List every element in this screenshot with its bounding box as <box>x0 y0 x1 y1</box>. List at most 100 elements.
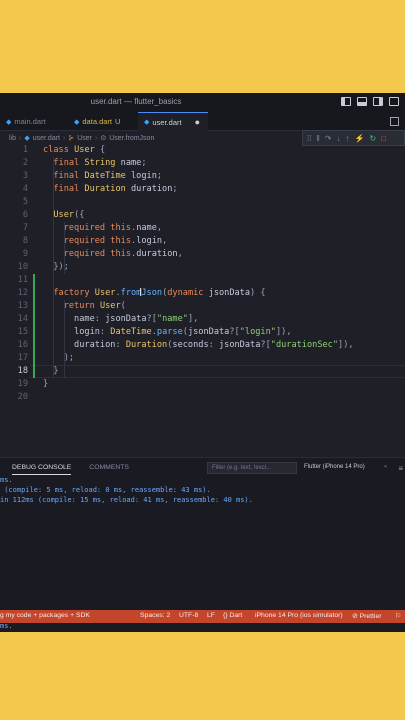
code-text: return User( <box>63 301 126 311</box>
panel-tabs: DEBUG CONSOLE COMMENTS <box>0 464 129 475</box>
line-number[interactable]: 2 <box>0 157 28 170</box>
code-text: required this.duration, <box>63 249 183 259</box>
breadcrumb-method[interactable]: User.fromJson <box>109 135 154 142</box>
code-text: final DateTime login; <box>53 171 163 181</box>
line-number[interactable]: 15 <box>0 326 28 339</box>
status-debug-mode[interactable]: g my code + packages + SDK <box>0 612 90 619</box>
code-line[interactable]: 7 required this.name, <box>0 222 405 235</box>
title-bar: user.dart — flutter_basics <box>0 93 405 112</box>
line-number[interactable]: 16 <box>0 339 28 352</box>
code-line[interactable]: 4 final Duration duration; <box>0 183 405 196</box>
code-line[interactable]: 2 final String name; <box>0 157 405 170</box>
more-icon[interactable]: ≡ <box>398 464 403 473</box>
console-line: in 112ms (compile: 15 ms, reload: 41 ms,… <box>0 496 253 504</box>
breadcrumb-class[interactable]: User <box>77 135 92 142</box>
status-bar: g my code + packages + SDK Spaces: 2 UTF… <box>0 610 405 623</box>
method-icon: ⊙ <box>100 135 107 142</box>
class-icon: ⊱ <box>68 135 75 142</box>
toggle-panel-icon[interactable] <box>357 97 367 106</box>
line-number[interactable]: 14 <box>0 313 28 326</box>
notifications-icon[interactable]: ⚐ <box>395 612 401 620</box>
panel-overflow: ms. <box>0 622 405 632</box>
chevron-right-icon: › <box>19 134 22 142</box>
code-line[interactable]: 6 User({ <box>0 209 405 222</box>
code-line[interactable]: 3 final DateTime login; <box>0 170 405 183</box>
code-line[interactable]: 13 return User( <box>0 300 405 313</box>
code-line[interactable]: 18 } <box>0 365 405 378</box>
console-line: ms. <box>0 622 13 630</box>
line-number[interactable]: 9 <box>0 248 28 261</box>
editor-tabs: ◆ main.dart ◆ data.dart U ◆ user.dart ● <box>0 112 405 131</box>
line-number[interactable]: 11 <box>0 274 28 287</box>
tab-label: user.dart <box>152 117 182 127</box>
line-number[interactable]: 13 <box>0 300 28 313</box>
split-editor-icon[interactable] <box>390 117 399 126</box>
toggle-secondary-sidebar-icon[interactable] <box>373 97 383 106</box>
window-title: user.dart — flutter_basics <box>90 97 182 106</box>
customize-layout-icon[interactable] <box>389 97 399 106</box>
tab-label: main.dart <box>14 117 46 126</box>
line-number[interactable]: 12 <box>0 287 28 300</box>
dart-file-icon: ◆ <box>144 119 150 126</box>
code-text: required this.name, <box>63 223 163 233</box>
code-line[interactable]: 14 name: jsonData?["name"], <box>0 313 405 326</box>
status-device[interactable]: iPhone 14 Pro (ios simulator) <box>255 612 343 619</box>
code-line[interactable]: 17 ); <box>0 352 405 365</box>
code-editor[interactable]: 1 class User {2 final String name; 3 final… <box>0 142 405 442</box>
device-select-value: Flutter (iPhone 14 Pro) <box>304 464 365 470</box>
line-number[interactable]: 6 <box>0 209 28 222</box>
code-line[interactable]: 16 duration: Duration(seconds: jsonData?… <box>0 339 405 352</box>
breadcrumb-folder[interactable]: lib <box>9 135 16 142</box>
tab-label: data.dart <box>82 117 112 126</box>
status-eol[interactable]: LF <box>207 612 215 619</box>
chevron-right-icon: › <box>95 134 98 142</box>
bottom-panel: DEBUG CONSOLE COMMENTS Filter (e.g. text… <box>0 457 405 610</box>
code-line[interactable]: 15 login: DateTime.parse(jsonData?["logi… <box>0 326 405 339</box>
status-encoding[interactable]: UTF-8 <box>179 612 198 619</box>
code-text: name: jsonData?["name"], <box>43 314 199 324</box>
console-filter-input[interactable]: Filter (e.g. text, !excl... <box>207 462 297 474</box>
line-number[interactable]: 7 <box>0 222 28 235</box>
line-number[interactable]: 4 <box>0 183 28 196</box>
line-number[interactable]: 5 <box>0 196 28 209</box>
code-line[interactable]: 8 required this.login, <box>0 235 405 248</box>
line-number[interactable]: 17 <box>0 352 28 365</box>
code-line[interactable]: 9 required this.duration, <box>0 248 405 261</box>
line-number[interactable]: 10 <box>0 261 28 274</box>
line-number[interactable]: 1 <box>0 144 28 157</box>
code-text: factory User.fromJson(dynamic jsonData) … <box>53 288 266 298</box>
device-select[interactable]: Flutter (iPhone 14 Pro) ⌄ <box>300 462 390 474</box>
line-number[interactable]: 19 <box>0 378 28 391</box>
code-line[interactable]: 5 <box>0 196 405 209</box>
code-line[interactable]: 11 <box>0 274 405 287</box>
editor-window: user.dart — flutter_basics ◆ main.dart ◆… <box>0 93 405 632</box>
code-line[interactable]: 1 class User { <box>0 144 405 157</box>
line-number[interactable]: 3 <box>0 170 28 183</box>
console-line: ms. <box>0 476 13 484</box>
code-text: } <box>53 366 59 376</box>
line-number[interactable]: 18 <box>0 365 28 378</box>
unsaved-dot-icon[interactable]: ● <box>195 117 200 127</box>
tab-data-dart[interactable]: ◆ data.dart U <box>68 112 138 131</box>
line-number[interactable]: 8 <box>0 235 28 248</box>
dart-file-icon: ◆ <box>24 135 30 142</box>
chevron-down-icon: ⌄ <box>382 463 388 469</box>
status-language[interactable]: {} Dart <box>223 612 242 619</box>
tab-main-dart[interactable]: ◆ main.dart <box>0 112 68 131</box>
status-indentation[interactable]: Spaces: 2 <box>140 612 170 619</box>
tab-comments[interactable]: COMMENTS <box>89 464 129 475</box>
code-text: } <box>43 379 49 389</box>
code-line[interactable]: 12 factory User.fromJson(dynamic jsonDat… <box>0 287 405 300</box>
code-text: final String name; <box>53 158 147 168</box>
tab-user-dart[interactable]: ◆ user.dart ● <box>138 112 208 131</box>
code-line[interactable]: 20 <box>0 391 405 404</box>
toggle-sidebar-icon[interactable] <box>341 97 351 106</box>
code-line[interactable]: 10 }); <box>0 261 405 274</box>
console-line: (compile: 5 ms, reload: 0 ms, reassemble… <box>0 486 211 494</box>
tab-debug-console[interactable]: DEBUG CONSOLE <box>12 464 72 475</box>
code-line[interactable]: 19} <box>0 378 405 391</box>
breadcrumb-file[interactable]: user.dart <box>33 135 60 142</box>
line-number[interactable]: 20 <box>0 391 28 404</box>
status-prettier[interactable]: ⊘ Prettier <box>352 612 382 620</box>
chevron-right-icon: › <box>63 134 66 142</box>
